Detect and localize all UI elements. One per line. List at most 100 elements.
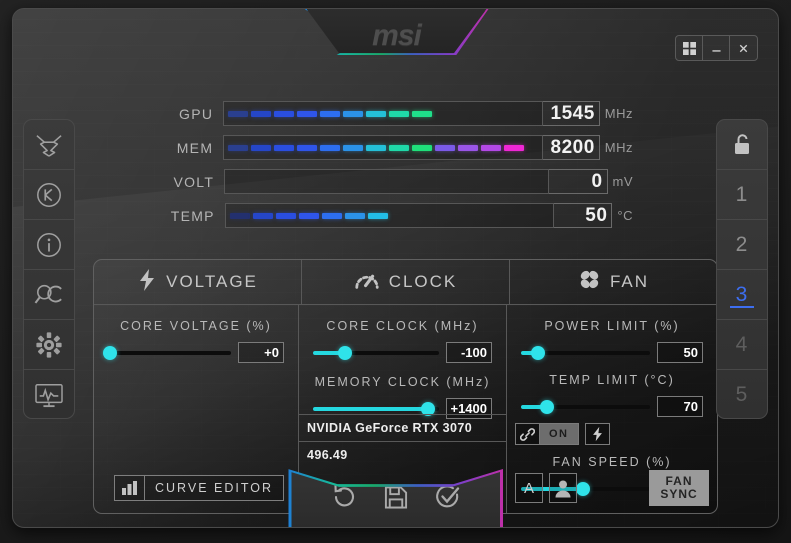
- kombustor-icon[interactable]: [24, 170, 74, 220]
- core-voltage-value[interactable]: +0: [238, 342, 284, 363]
- readout-gpu: GPU 1545 MHz: [163, 101, 633, 126]
- profile-slot-1[interactable]: 1: [717, 170, 767, 220]
- limit-link-row: ON: [507, 417, 717, 445]
- bar-segment: [389, 110, 410, 117]
- bar-segment: [343, 144, 364, 151]
- info-icon[interactable]: [24, 220, 74, 270]
- readout-label: MEM: [176, 139, 214, 156]
- monitoring-graph-icon[interactable]: [24, 370, 74, 418]
- mem-value: 8200: [542, 135, 600, 160]
- user-profile-icon[interactable]: [549, 473, 577, 503]
- power-limit-label: POWER LIMIT (%): [544, 319, 680, 333]
- temp-unit: °C: [617, 208, 633, 223]
- bar-segment: [366, 110, 387, 117]
- bar-segment: [366, 144, 387, 151]
- bar-segment: [320, 110, 341, 117]
- slider-knob[interactable]: [539, 399, 554, 414]
- memory-clock-label: MEMORY CLOCK (MHz): [314, 375, 491, 389]
- slider-knob[interactable]: [337, 345, 352, 360]
- readout-label: TEMP: [170, 207, 215, 224]
- apply-button[interactable]: [434, 484, 460, 515]
- volt-value: 0: [549, 169, 608, 194]
- core-clock-value[interactable]: -100: [446, 342, 492, 363]
- bar-segment: [274, 144, 295, 151]
- core-voltage-slider[interactable]: [103, 344, 231, 362]
- bar-segment: [274, 110, 295, 117]
- readout-volt: VOLT 0 mV: [163, 169, 633, 194]
- tab-clock[interactable]: CLOCK: [302, 260, 510, 304]
- oc-scanner-icon[interactable]: [24, 270, 74, 320]
- readout-temp: TEMP 50 °C: [163, 203, 633, 228]
- gpu-value: 1545: [542, 101, 600, 126]
- bar-segment: [344, 212, 365, 219]
- window-controls: [675, 35, 758, 61]
- windows-button[interactable]: [676, 36, 703, 60]
- bar-segment: [275, 212, 296, 219]
- temp-limit-slider[interactable]: [521, 398, 650, 416]
- power-limit-control: POWER LIMIT (%) 50: [507, 305, 717, 363]
- fan-sync-button[interactable]: FAN SYNC: [649, 470, 709, 506]
- slider-knob[interactable]: [530, 345, 545, 360]
- curve-editor-label: CURVE EDITOR: [155, 481, 274, 495]
- auto-fan-button[interactable]: A: [515, 473, 543, 503]
- fan-column: POWER LIMIT (%) 50 TEMP LIMIT (°C) 70 ON…: [507, 305, 717, 513]
- bar-segment: [412, 110, 433, 117]
- readout-group: GPU 1545 MHz MEM 8200 MHz VOLT 0 mV TEMP…: [163, 101, 633, 237]
- bar-segment: [298, 212, 319, 219]
- bar-segment: [297, 144, 318, 151]
- profile-unlock-icon[interactable]: [717, 120, 767, 170]
- profile-slot-2[interactable]: 2: [717, 220, 767, 270]
- app-shell: msi 1 2 3 4 5 GPU 1545 MHz MEM 8200 MHz …: [12, 8, 779, 528]
- msi-logo: msi: [372, 19, 422, 52]
- settings-gear-icon[interactable]: [24, 320, 74, 370]
- tab-voltage-label: VOLTAGE: [166, 272, 258, 291]
- curve-editor-button[interactable]: CURVE EDITOR: [114, 475, 285, 501]
- bar-segment: [251, 144, 272, 151]
- close-button[interactable]: [730, 36, 757, 60]
- bar-segment: [412, 144, 433, 151]
- reset-button[interactable]: [331, 484, 357, 515]
- gpu-name-label: NVIDIA GeForce RTX 3070: [299, 414, 506, 441]
- save-button[interactable]: [383, 485, 408, 515]
- boost-lightning-icon[interactable]: [584, 423, 610, 445]
- slider-knob[interactable]: [103, 345, 118, 360]
- bar-segment: [229, 212, 250, 219]
- core-clock-slider[interactable]: [313, 344, 439, 362]
- bar-segment: [297, 110, 318, 117]
- auto-fan-label: A: [523, 479, 534, 497]
- tab-clock-label: CLOCK: [388, 272, 458, 291]
- memory-clock-control: MEMORY CLOCK (MHz) +1400: [299, 363, 506, 419]
- temp-limit-value[interactable]: 70: [657, 396, 703, 417]
- power-limit-value[interactable]: 50: [657, 342, 703, 363]
- core-clock-label: CORE CLOCK (MHz): [326, 319, 479, 333]
- slider-track: [108, 350, 231, 355]
- link-chain-icon[interactable]: [515, 423, 540, 445]
- mem-bar-graph: [223, 135, 543, 160]
- bar-segment: [458, 144, 479, 151]
- fan-bottom-row: A FAN SYNC: [507, 470, 717, 506]
- temp-limit-label: TEMP LIMIT (°C): [549, 373, 675, 387]
- tab-voltage[interactable]: VOLTAGE: [94, 260, 302, 304]
- profile-rail: 1 2 3 4 5: [716, 119, 768, 419]
- limit-link-toggle[interactable]: ON: [540, 423, 579, 445]
- action-dock: [288, 469, 503, 527]
- tab-fan-label: FAN: [609, 272, 650, 291]
- readout-label: VOLT: [173, 173, 215, 190]
- bar-segment: [343, 110, 364, 117]
- profile-slot-3[interactable]: 3: [717, 270, 767, 320]
- tab-fan[interactable]: FAN: [510, 260, 717, 304]
- bar-segment: [228, 144, 249, 151]
- gauge-icon: [354, 269, 380, 296]
- left-sidebar: [23, 119, 75, 419]
- minimize-button[interactable]: [703, 36, 730, 60]
- temp-limit-control: TEMP LIMIT (°C) 70: [507, 363, 717, 417]
- profile-slot-4[interactable]: 4: [717, 320, 767, 370]
- bar-segment: [481, 144, 502, 151]
- msi-dragon-logo-icon[interactable]: [24, 120, 74, 170]
- voltage-column: CORE VOLTAGE (%) +0 CURVE EDITOR: [94, 305, 299, 513]
- volt-bar-graph: [224, 169, 550, 194]
- temp-bar-graph: [224, 203, 554, 228]
- power-limit-slider[interactable]: [521, 344, 650, 362]
- profile-slot-5[interactable]: 5: [717, 370, 767, 418]
- mem-unit: MHz: [604, 140, 633, 155]
